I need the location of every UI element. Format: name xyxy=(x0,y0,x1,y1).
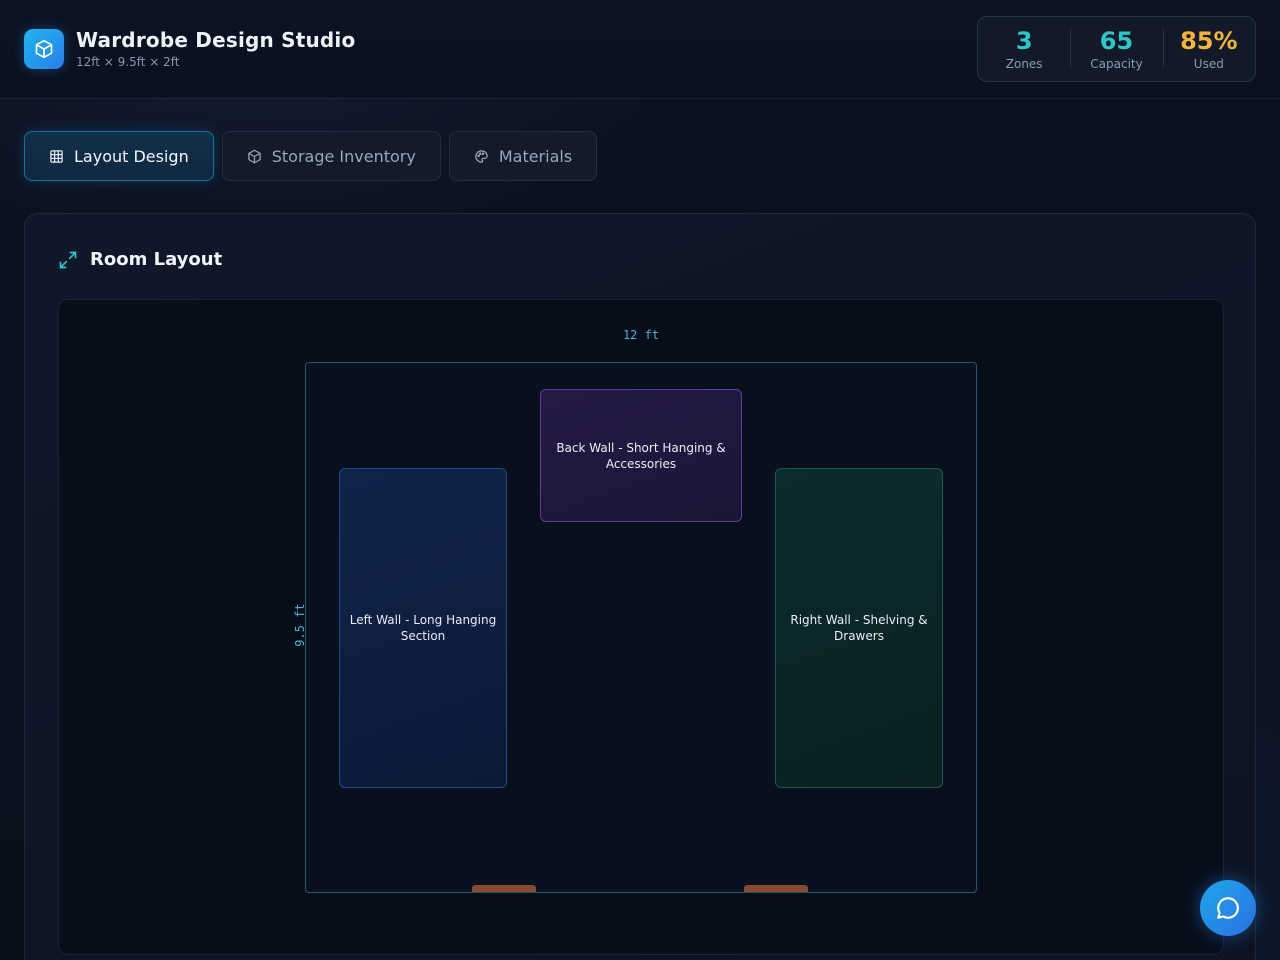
tab-storage-inventory[interactable]: Storage Inventory xyxy=(221,131,441,181)
stats-panel: 3 Zones 65 Capacity 85% Used xyxy=(977,16,1256,82)
grid-icon xyxy=(50,149,63,163)
tab-label: Storage Inventory xyxy=(271,146,416,166)
door-marker xyxy=(472,885,536,892)
layout-canvas: 12 ft 9.5 ft Left Wall - Long Hanging Se… xyxy=(58,299,1224,955)
panel-title: Room Layout xyxy=(90,249,223,270)
stat-label: Used xyxy=(1193,57,1224,71)
stat-used: 85% Used xyxy=(1162,27,1255,71)
stat-zones: 3 Zones xyxy=(978,27,1070,71)
stat-capacity: 65 Capacity xyxy=(1070,27,1162,71)
zone-label: Left Wall - Long Hanging Section xyxy=(349,613,497,643)
tab-label: Layout Design xyxy=(74,146,189,166)
chat-icon xyxy=(1217,897,1239,919)
app-title: Wardrobe Design Studio xyxy=(76,28,356,52)
stat-value: 3 xyxy=(1015,27,1033,55)
door-marker xyxy=(744,885,808,892)
zone-label: Back Wall - Short Hanging & Accessories xyxy=(556,440,726,471)
expand-icon xyxy=(59,251,77,269)
tab-materials[interactable]: Materials xyxy=(448,131,598,181)
zone-right-wall[interactable]: Right Wall - Shelving & Drawers xyxy=(775,468,943,788)
chat-button[interactable] xyxy=(1200,880,1256,936)
width-dimension-label: 12 ft xyxy=(622,328,660,342)
room-outline: Left Wall - Long Hanging Section Back Wa… xyxy=(305,362,977,893)
zone-label: Right Wall - Shelving & Drawers xyxy=(790,613,928,643)
zone-left-wall[interactable]: Left Wall - Long Hanging Section xyxy=(339,468,507,788)
stat-label: Capacity xyxy=(1090,57,1143,71)
room-layout-panel: Room Layout 12 ft 9.5 ft Left Wall - Lon… xyxy=(24,213,1256,960)
stat-label: Zones xyxy=(1005,57,1043,71)
stat-value: 65 xyxy=(1099,27,1134,55)
tab-bar: Layout Design Storage Inventory Material… xyxy=(24,131,598,181)
palette-icon xyxy=(475,149,488,163)
zone-back-wall[interactable]: Back Wall - Short Hanging & Accessories xyxy=(540,389,742,522)
stat-value: 85% xyxy=(1180,27,1238,55)
tab-layout-design[interactable]: Layout Design xyxy=(24,131,214,181)
room-dimensions: 12ft × 9.5ft × 2ft xyxy=(76,55,180,69)
box-icon xyxy=(247,149,261,163)
tab-label: Materials xyxy=(498,146,573,166)
cube-icon xyxy=(24,29,64,69)
app-header: Wardrobe Design Studio 12ft × 9.5ft × 2f… xyxy=(0,0,1280,99)
